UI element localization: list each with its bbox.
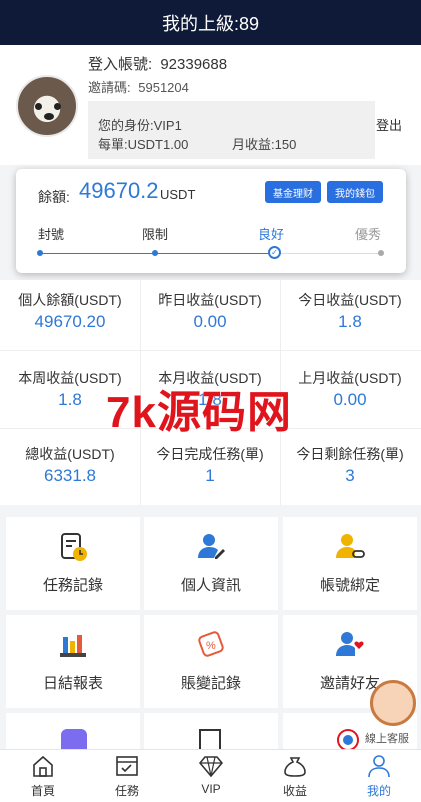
wallet-button[interactable]: 我的錢包 xyxy=(327,181,383,203)
menu-grid: 任務記錄 個人資訊 帳號綁定 日結報表 % 賬變記錄 邀請好友 xyxy=(0,513,421,749)
stat-label: 昨日收益(USDT) xyxy=(158,292,262,308)
logout-button[interactable]: 登出 xyxy=(376,115,402,134)
money-bag-icon xyxy=(284,757,306,777)
stat-label: 今日剩餘任務(單) xyxy=(296,446,404,462)
home-icon xyxy=(33,755,53,777)
support-label: 線上客服 xyxy=(365,733,409,745)
invite-friend-icon xyxy=(336,632,364,656)
current-level-check-icon: ✓ xyxy=(268,246,281,259)
online-support-button[interactable]: 線上客服 xyxy=(365,680,419,748)
balance-value: 49670.2 xyxy=(79,178,159,203)
stat-last-month-income: 上月收益(USDT) 0.00 xyxy=(280,358,420,433)
balance-label: 餘額: xyxy=(38,189,70,205)
stat-value: 1 xyxy=(205,466,215,485)
menu-label: 帳號綁定 xyxy=(319,577,380,594)
tab-label: 收益 xyxy=(282,784,307,798)
stat-personal-balance: 個人餘額(USDT) 49670.20 xyxy=(0,280,140,355)
stat-total-income: 總收益(USDT) 6331.8 xyxy=(0,434,140,509)
page-header: 我的上級:89 xyxy=(0,0,421,45)
level-dot xyxy=(152,250,158,256)
menu-label: 任務記錄 xyxy=(42,577,103,594)
stat-yesterday-income: 昨日收益(USDT) 0.00 xyxy=(140,280,280,355)
login-label: 登入帳號: xyxy=(88,56,153,73)
diamond-icon xyxy=(199,756,223,778)
stat-label: 上月收益(USDT) xyxy=(298,370,402,386)
invite-code: 邀請碼: 5951204 xyxy=(88,77,189,96)
menu-task-record[interactable]: 任務記錄 xyxy=(6,517,140,610)
avatar[interactable] xyxy=(16,75,78,137)
menu-personal-info[interactable]: 個人資訊 xyxy=(144,517,278,610)
tab-label: VIP xyxy=(201,782,221,796)
user-icon xyxy=(368,755,390,778)
stat-label: 今日收益(USDT) xyxy=(298,292,402,308)
stat-value: 1.8 xyxy=(338,312,362,331)
level-dot xyxy=(37,250,43,256)
menu-balance-change[interactable]: % 賬變記錄 xyxy=(144,615,278,708)
level-restricted: 限制 xyxy=(142,227,169,242)
document-icon xyxy=(199,729,221,749)
menu-more-2[interactable] xyxy=(144,713,278,749)
account-bind-icon xyxy=(336,534,365,558)
page-title: 我的上級:89 xyxy=(161,13,260,34)
level-excellent: 優秀 xyxy=(355,227,382,242)
per-order-text: 每單:USDT1.00 xyxy=(98,137,189,152)
vip-info-box: 您的身份:VIP1 每單:USDT1.00 月收益:150 xyxy=(88,101,375,159)
avatar-eye xyxy=(54,103,61,110)
bottom-tab-bar: 首頁 任務 VIP 收益 我的 xyxy=(0,749,421,802)
balance-unit: USDT xyxy=(160,187,196,202)
tab-mine[interactable]: 我的 xyxy=(337,750,421,802)
level-good: 良好 xyxy=(258,227,285,242)
personal-info-icon xyxy=(198,534,225,559)
menu-account-bind[interactable]: 帳號綁定 xyxy=(283,517,417,610)
tab-task[interactable]: 任務 xyxy=(85,750,169,802)
level-dot xyxy=(378,250,384,256)
stat-value: 0.00 xyxy=(333,390,367,409)
task-icon xyxy=(116,756,138,776)
level-banned: 封號 xyxy=(38,227,65,242)
invite-value: 5951204 xyxy=(138,80,189,95)
menu-more-1[interactable] xyxy=(6,713,140,749)
avatar-nose xyxy=(44,113,54,120)
watermark-text: 7k源码网 xyxy=(106,388,292,437)
tab-label: 首頁 xyxy=(30,784,55,798)
stat-today-income: 今日收益(USDT) 1.8 xyxy=(280,280,420,355)
stat-value: 3 xyxy=(345,466,355,485)
stat-tasks-left-today: 今日剩餘任務(單) 3 xyxy=(280,434,420,509)
avatar-eye xyxy=(35,103,42,110)
support-agent-icon xyxy=(370,680,416,726)
pie-chart-icon xyxy=(61,729,87,749)
stat-value: 49670.20 xyxy=(34,312,106,331)
stat-label: 總收益(USDT) xyxy=(25,446,115,462)
menu-daily-report[interactable]: 日結報表 xyxy=(6,615,140,708)
login-value: 92339688 xyxy=(160,56,228,73)
svg-text:%: % xyxy=(206,640,216,652)
tab-income[interactable]: 收益 xyxy=(253,750,337,802)
menu-label: 個人資訊 xyxy=(180,577,241,594)
stat-value: 6331.8 xyxy=(44,466,96,485)
stat-label: 個人餘額(USDT) xyxy=(18,292,122,308)
badge-icon xyxy=(339,731,357,749)
balance-change-icon: % xyxy=(198,631,224,657)
login-account: 登入帳號: 92339688 xyxy=(88,53,227,74)
stat-value: 0.00 xyxy=(193,312,227,331)
identity-text: 您的身份:VIP1 xyxy=(98,118,182,133)
monthly-income-text: 月收益:150 xyxy=(232,137,297,152)
menu-label: 日結報表 xyxy=(42,675,103,692)
task-record-icon xyxy=(61,533,87,561)
tab-label: 我的 xyxy=(366,784,391,798)
daily-report-icon xyxy=(60,635,86,657)
menu-label: 賬變記錄 xyxy=(180,675,241,692)
invite-label: 邀請碼: xyxy=(88,80,131,95)
stat-label: 今日完成任務(單) xyxy=(156,446,264,462)
balance-card: 餘額: 49670.2 USDT 基金理财 我的錢包 封號 限制 良好 優秀 ✓ xyxy=(16,169,406,273)
fund-button[interactable]: 基金理财 xyxy=(265,181,321,203)
tab-label: 任務 xyxy=(114,784,139,798)
stat-tasks-done-today: 今日完成任務(單) 1 xyxy=(140,434,280,509)
tab-home[interactable]: 首頁 xyxy=(1,750,85,802)
tab-vip[interactable]: VIP xyxy=(169,750,253,802)
profile-section: 登入帳號: 92339688 邀請碼: 5951204 您的身份:VIP1 每單… xyxy=(0,45,421,165)
